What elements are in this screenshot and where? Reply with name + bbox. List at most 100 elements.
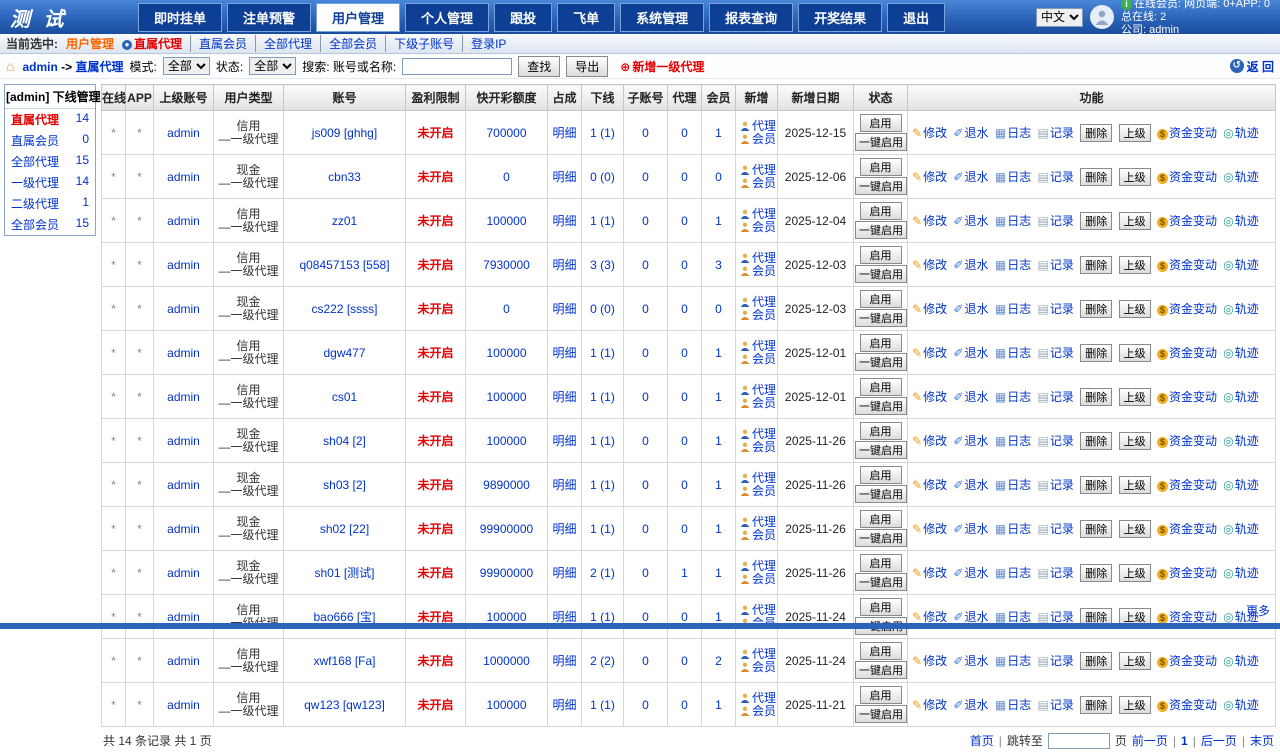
first-page-link[interactable]: 首页 — [970, 732, 994, 749]
parent-button[interactable]: 上级 — [1119, 476, 1151, 494]
sidebar-item-level1-agents[interactable]: 一级代理 14 — [5, 172, 95, 193]
nav-item-follow-bet[interactable]: 跟投 — [494, 3, 552, 32]
subnav-direct-agents[interactable]: ●直属代理 — [122, 35, 182, 52]
parent-button[interactable]: 上级 — [1119, 696, 1151, 714]
share-detail-link[interactable]: 明细 — [552, 654, 576, 668]
back-button[interactable]: ↺ 返 回 — [1230, 58, 1274, 75]
add-member-link[interactable]: 会员 — [737, 485, 776, 498]
edit-link[interactable]: ✎修改 — [912, 698, 947, 712]
add-member-link[interactable]: 会员 — [737, 573, 776, 586]
track-link[interactable]: ◎轨迹 — [1223, 522, 1259, 536]
last-page-link[interactable]: 末页 — [1250, 732, 1274, 749]
edit-link[interactable]: ✎修改 — [912, 390, 947, 404]
parent-button[interactable]: 上级 — [1119, 168, 1151, 186]
enable-button[interactable]: 启用 — [860, 422, 902, 440]
parent-account-link[interactable]: admin — [167, 522, 200, 536]
add-member-link[interactable]: 会员 — [737, 265, 776, 278]
share-detail-link[interactable]: 明细 — [552, 390, 576, 404]
add-member-link[interactable]: 会员 — [737, 441, 776, 454]
breadcrumb-user[interactable]: admin — [22, 60, 57, 74]
edit-link[interactable]: ✎修改 — [912, 478, 947, 492]
parent-button[interactable]: 上级 — [1119, 564, 1151, 582]
delete-button[interactable]: 删除 — [1080, 344, 1112, 362]
parent-button[interactable]: 上级 — [1119, 300, 1151, 318]
nav-item-order-alerts[interactable]: 注单预警 — [227, 3, 311, 32]
account-link[interactable]: dgw477 — [323, 346, 365, 360]
edit-link[interactable]: ✎修改 — [912, 170, 947, 184]
log-link[interactable]: ▦日志 — [995, 522, 1031, 536]
downline-link[interactable]: 1 (1) — [590, 390, 615, 404]
rebate-link[interactable]: ✐退水 — [953, 390, 988, 404]
nav-item-fly-order[interactable]: 飞单 — [557, 3, 615, 32]
rebate-link[interactable]: ✐退水 — [953, 654, 988, 668]
add-member-link[interactable]: 会员 — [737, 221, 776, 234]
funds-change-link[interactable]: $资金变动 — [1157, 698, 1217, 712]
onekey-enable-button[interactable]: 一键启用 — [855, 397, 907, 415]
log-link[interactable]: ▦日志 — [995, 698, 1031, 712]
onekey-enable-button[interactable]: 一键启用 — [855, 661, 907, 679]
add-agent-link[interactable]: 代理 — [737, 252, 776, 265]
share-detail-link[interactable]: 明细 — [552, 698, 576, 712]
edit-link[interactable]: ✎修改 — [912, 346, 947, 360]
add-agent-link[interactable]: 代理 — [737, 472, 776, 485]
track-link[interactable]: ◎轨迹 — [1223, 214, 1259, 228]
delete-button[interactable]: 删除 — [1080, 564, 1112, 582]
onekey-enable-button[interactable]: 一键启用 — [855, 441, 907, 459]
parent-button[interactable]: 上级 — [1119, 652, 1151, 670]
account-link[interactable]: q08457153 [558] — [299, 258, 389, 272]
status-select[interactable]: 全部 — [249, 57, 296, 75]
record-link[interactable]: ▤记录 — [1038, 434, 1074, 448]
funds-change-link[interactable]: $资金变动 — [1157, 478, 1217, 492]
add-member-link[interactable]: 会员 — [737, 397, 776, 410]
edit-link[interactable]: ✎修改 — [912, 566, 947, 580]
edit-link[interactable]: ✎修改 — [912, 654, 947, 668]
search-input[interactable] — [402, 58, 512, 75]
subnav-sub-accounts[interactable]: 下级子账号 — [385, 35, 454, 52]
sidebar-item-direct-members[interactable]: 直属会员 0 — [5, 130, 95, 151]
onekey-enable-button[interactable]: 一键启用 — [855, 573, 907, 591]
add-member-link[interactable]: 会员 — [737, 309, 776, 322]
funds-change-link[interactable]: $资金变动 — [1157, 522, 1217, 536]
subnav-all-agents[interactable]: 全部代理 — [255, 35, 312, 52]
language-select[interactable]: 中文 — [1036, 8, 1083, 27]
record-link[interactable]: ▤记录 — [1038, 654, 1074, 668]
edit-link[interactable]: ✎修改 — [912, 522, 947, 536]
log-link[interactable]: ▦日志 — [995, 302, 1031, 316]
onekey-enable-button[interactable]: 一键启用 — [855, 529, 907, 547]
funds-change-link[interactable]: $资金变动 — [1157, 654, 1217, 668]
log-link[interactable]: ▦日志 — [995, 390, 1031, 404]
track-link[interactable]: ◎轨迹 — [1223, 654, 1259, 668]
log-link[interactable]: ▦日志 — [995, 346, 1031, 360]
funds-change-link[interactable]: $资金变动 — [1157, 302, 1217, 316]
downline-link[interactable]: 1 (1) — [590, 434, 615, 448]
share-detail-link[interactable]: 明细 — [552, 522, 576, 536]
delete-button[interactable]: 删除 — [1080, 652, 1112, 670]
add-agent-link[interactable]: 代理 — [737, 296, 776, 309]
track-link[interactable]: ◎轨迹 — [1223, 698, 1259, 712]
jump-page-input[interactable] — [1048, 733, 1110, 749]
rebate-link[interactable]: ✐退水 — [953, 434, 988, 448]
funds-change-link[interactable]: $资金变动 — [1157, 258, 1217, 272]
parent-account-link[interactable]: admin — [167, 654, 200, 668]
funds-change-link[interactable]: $资金变动 — [1157, 214, 1217, 228]
downline-link[interactable]: 3 (3) — [590, 258, 615, 272]
delete-button[interactable]: 删除 — [1080, 696, 1112, 714]
log-link[interactable]: ▦日志 — [995, 214, 1031, 228]
record-link[interactable]: ▤记录 — [1038, 346, 1074, 360]
share-detail-link[interactable]: 明细 — [552, 170, 576, 184]
sidebar-item-direct-agents[interactable]: 直属代理 14 — [5, 109, 95, 130]
share-detail-link[interactable]: 明细 — [552, 434, 576, 448]
nav-item-personal[interactable]: 个人管理 — [405, 3, 489, 32]
share-detail-link[interactable]: 明细 — [552, 302, 576, 316]
track-link[interactable]: ◎轨迹 — [1223, 258, 1259, 272]
account-link[interactable]: sh01 [测试] — [314, 566, 374, 580]
add-agent-link[interactable]: 代理 — [737, 120, 776, 133]
account-link[interactable]: qw123 [qw123] — [304, 698, 385, 712]
funds-change-link[interactable]: $资金变动 — [1157, 126, 1217, 140]
edit-link[interactable]: ✎修改 — [912, 214, 947, 228]
record-link[interactable]: ▤记录 — [1038, 478, 1074, 492]
track-link[interactable]: ◎轨迹 — [1223, 434, 1259, 448]
add-member-link[interactable]: 会员 — [737, 133, 776, 146]
parent-button[interactable]: 上级 — [1119, 212, 1151, 230]
log-link[interactable]: ▦日志 — [995, 126, 1031, 140]
